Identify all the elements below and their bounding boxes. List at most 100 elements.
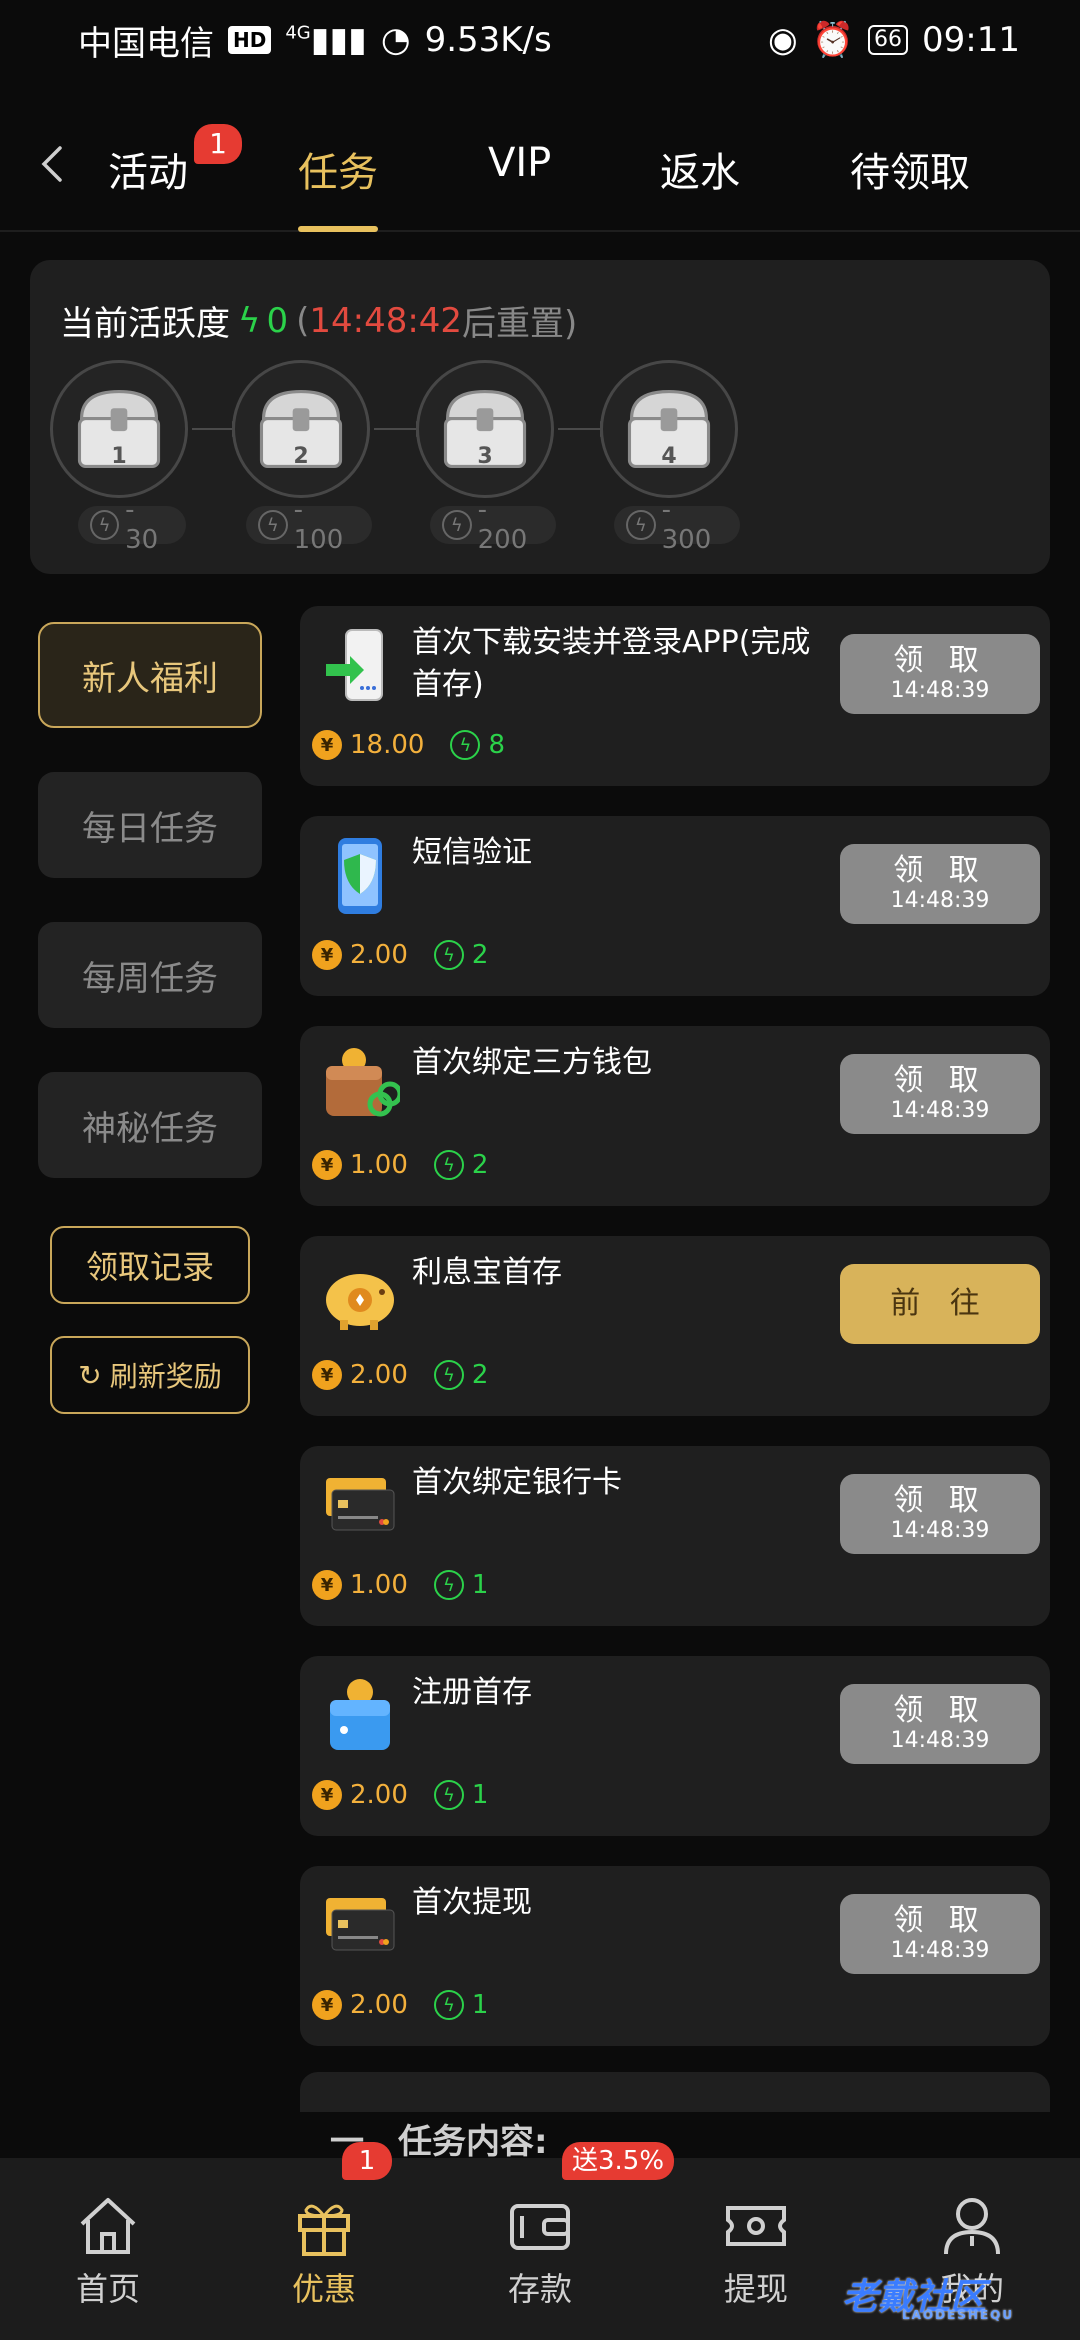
claim-countdown: 14:48:39: [890, 1098, 990, 1123]
gift-icon: [298, 2204, 350, 2256]
claim-button-label: 领 取: [893, 643, 987, 678]
withdraw-ticket-icon: [726, 2206, 786, 2246]
reset-countdown: 14:48:42: [309, 300, 463, 341]
claim-button[interactable]: 领 取 14:48:39: [840, 1684, 1040, 1764]
task-title: 注册首存: [412, 1675, 532, 1710]
coin-icon: ¥: [312, 730, 342, 760]
status-bar: 中国电信 HD 4G▮▮▮ ◔ 9.53K/s ◉ ⏰ 66 09:11: [0, 0, 1080, 80]
task-title: 首次绑定银行卡: [412, 1465, 622, 1500]
coin-icon: ¥: [312, 940, 342, 970]
reward-amount: 18.00: [350, 730, 425, 760]
active-tab-indicator: [298, 226, 378, 232]
task-card: 短信验证 ¥ 2.00 ϟ 2 领 取 14:48:39: [300, 816, 1050, 996]
promotions-badge: 1: [342, 2142, 392, 2180]
claim-button-label: 领 取: [893, 1483, 987, 1518]
sidebar-item-daily[interactable]: 每日任务: [38, 772, 262, 878]
claim-record-button[interactable]: 领取记录: [50, 1226, 250, 1304]
claim-countdown: 14:48:39: [890, 1728, 990, 1753]
battery-icon: 66: [868, 25, 909, 55]
task-card: 首次下载安装并登录APP(完成首存) ¥ 18.00 ϟ 8 领 取 14:48…: [300, 606, 1050, 786]
bank-card-icon: [326, 1898, 395, 1951]
go-button[interactable]: 前 往: [840, 1264, 1040, 1344]
task-rewards: ¥ 2.00 ϟ 1: [312, 1780, 488, 1810]
bottom-nav-withdraw[interactable]: 提现: [686, 2192, 826, 2310]
tab-rebate[interactable]: 返水: [660, 140, 740, 232]
back-button[interactable]: [34, 144, 78, 188]
chest-requirement: ϟ- 30: [78, 495, 186, 555]
network-speed: 9.53K/s: [424, 20, 552, 60]
task-rewards: ¥ 18.00 ϟ 8: [312, 730, 505, 760]
sidebar-item-weekly[interactable]: 每周任务: [38, 922, 262, 1028]
bolt-icon: ϟ: [626, 510, 656, 540]
claim-button[interactable]: 领 取 14:48:39: [840, 1054, 1040, 1134]
task-rewards: ¥ 2.00 ϟ 2: [312, 940, 488, 970]
task-card: 注册首存 ¥ 2.00 ϟ 1 领 取 14:48:39: [300, 1656, 1050, 1836]
paren-open: (: [296, 300, 310, 341]
chest-requirement: ϟ- 100: [246, 495, 372, 555]
carrier-label: 中国电信: [78, 23, 214, 64]
claim-button-label: 领 取: [893, 853, 987, 888]
chest-1[interactable]: 1: [50, 360, 188, 498]
bottom-nav-label: 优惠: [291, 2270, 356, 2308]
tab-pending[interactable]: 待领取: [850, 140, 970, 232]
sidebar-item-mystery[interactable]: 神秘任务: [38, 1072, 262, 1178]
claim-countdown: 14:48:39: [890, 1938, 990, 1963]
bolt-icon: ϟ: [258, 510, 288, 540]
phone-download-icon: [326, 629, 383, 701]
reward-amount: 2.00: [350, 1780, 408, 1810]
task-description-card: [300, 2072, 1050, 2112]
chest-4[interactable]: 4: [600, 360, 738, 498]
reward-amount: 2.00: [350, 1360, 408, 1390]
task-rewards: ¥ 1.00 ϟ 1: [312, 1570, 488, 1600]
reward-amount: 2.00: [350, 1990, 408, 2020]
reward-points: 2: [471, 1150, 489, 1180]
claim-button[interactable]: 领 取 14:48:39: [840, 634, 1040, 714]
eye-icon: ◉: [768, 20, 798, 60]
piggy-bank-icon: [326, 1274, 394, 1330]
claim-button[interactable]: 领 取 14:48:39: [840, 1894, 1040, 1974]
bottom-nav-home[interactable]: 首页: [38, 2192, 178, 2310]
bolt-icon: ϟ: [433, 1990, 464, 2020]
claim-button-label: 领 取: [893, 1903, 987, 1938]
task-card: 首次绑定银行卡 ¥ 1.00 ϟ 1 领 取 14:48:39: [300, 1446, 1050, 1626]
bottom-nav-deposit[interactable]: 存款: [470, 2192, 610, 2310]
chest-2[interactable]: 2: [232, 360, 370, 498]
task-card: 首次绑定三方钱包 ¥ 1.00 ϟ 2 领 取 14:48:39: [300, 1026, 1050, 1206]
task-title: 首次提现: [412, 1885, 532, 1920]
bottom-nav-label: 提现: [723, 2270, 788, 2308]
sidebar-item-newbie[interactable]: 新人福利: [38, 622, 262, 728]
reward-amount: 1.00: [350, 1570, 408, 1600]
chest-number: 3: [477, 444, 493, 469]
refresh-rewards-button[interactable]: ↻ 刷新奖励: [50, 1336, 250, 1414]
bolt-icon: ϟ: [450, 730, 481, 760]
task-rewards: ¥ 2.00 ϟ 2: [312, 1360, 488, 1390]
chest-number: 1: [111, 444, 127, 469]
coin-icon: ¥: [312, 1150, 342, 1180]
reset-suffix: 后重置): [462, 304, 578, 344]
top-nav: 活动 1 任务 VIP 返水 待领取: [0, 120, 1080, 232]
reward-points: 1: [471, 1570, 489, 1600]
claim-countdown: 14:48:39: [890, 1518, 990, 1543]
reward-points: 2: [471, 1360, 489, 1390]
tab-activity[interactable]: 活动 1: [108, 124, 242, 232]
task-rewards: ¥ 2.00 ϟ 1: [312, 1990, 488, 2020]
deposit-wallet-icon: [510, 2204, 570, 2250]
task-title: 短信验证: [412, 835, 532, 870]
coin-icon: ¥: [312, 1780, 342, 1810]
refresh-icon: ↻: [78, 1358, 102, 1392]
hd-icon: HD: [228, 26, 272, 54]
chest-3[interactable]: 3: [416, 360, 554, 498]
bolt-icon: ϟ: [238, 300, 261, 341]
claim-button-label: 领 取: [893, 1063, 987, 1098]
bottom-nav-promotions[interactable]: 优惠: [254, 2192, 394, 2310]
phone-shield-icon: [338, 838, 382, 914]
claim-button[interactable]: 领 取 14:48:39: [840, 844, 1040, 924]
reward-amount: 2.00: [350, 940, 408, 970]
tab-vip[interactable]: VIP: [488, 140, 551, 232]
refresh-label: 刷新奖励: [109, 1360, 222, 1393]
chest-number: 2: [293, 444, 309, 469]
claim-button[interactable]: 领 取 14:48:39: [840, 1474, 1040, 1554]
chest-requirement: ϟ- 300: [614, 495, 740, 555]
tab-tasks[interactable]: 任务: [298, 140, 378, 232]
task-title: 利息宝首存: [412, 1255, 562, 1290]
